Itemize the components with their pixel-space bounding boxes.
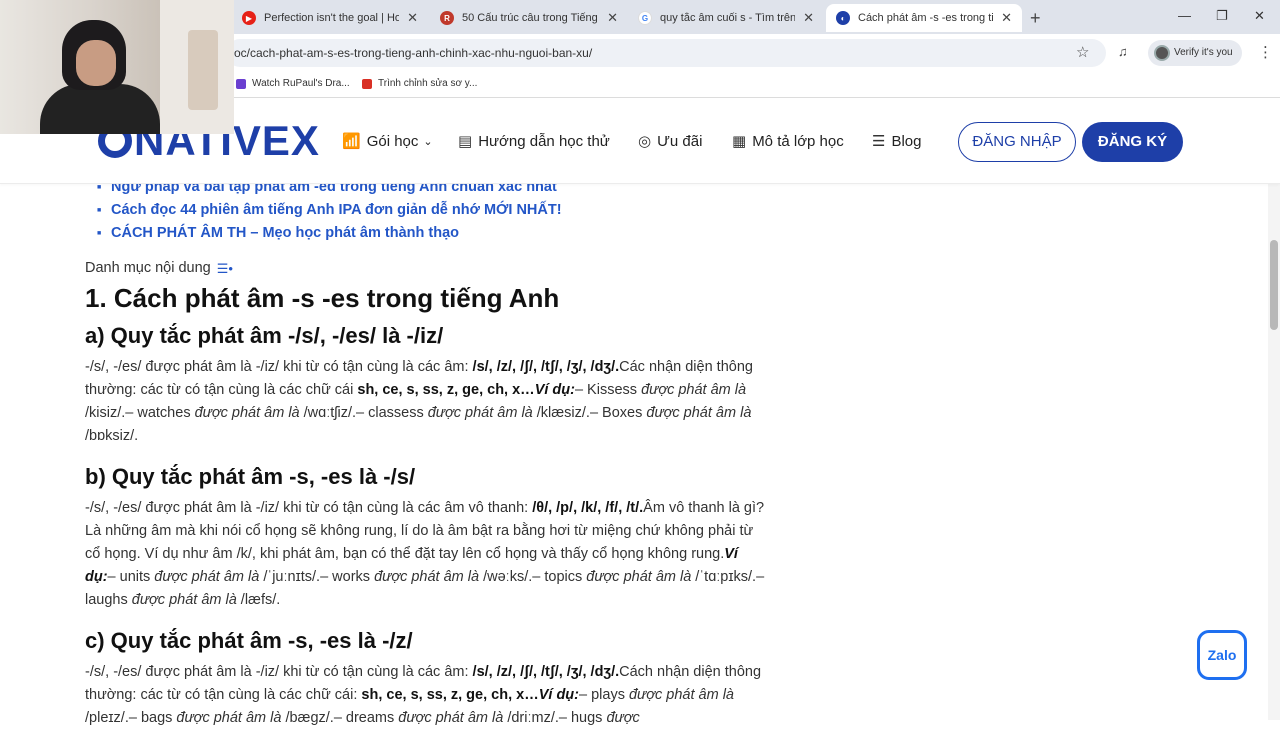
webcam-overlay <box>0 0 234 134</box>
close-window-icon[interactable]: ✕ <box>1254 8 1265 24</box>
scrollbar-thumb[interactable] <box>1270 240 1278 330</box>
article-body: Ngữ pháp và bài tập phát âm -ed trong ti… <box>85 176 765 730</box>
nav-label: Ưu đãi <box>657 132 703 150</box>
document-icon: ▤ <box>458 133 473 150</box>
tab-title: Cách phát âm -s -es trong tiếng <box>858 12 994 24</box>
maximize-icon[interactable]: ❐ <box>1216 8 1228 24</box>
google-icon: G <box>638 11 652 25</box>
tab-title: Perfection isn't the goal | Hoang <box>264 12 400 24</box>
rule-heading-c: c) Quy tắc phát âm -s, -es là -/z/ <box>85 628 413 653</box>
nav-label: Gói học <box>366 132 419 150</box>
nav-uu-dai[interactable]: ◎ Ưu đãi <box>638 130 702 152</box>
nav-mo-ta[interactable]: ▦ Mô tả lớp học <box>732 130 844 152</box>
tab-youtube[interactable]: ▶ Perfection isn't the goal | Hoang ✕ <box>232 4 428 32</box>
tab-title: quy tắc âm cuối s - Tìm trên Go <box>660 12 796 24</box>
new-tab-button[interactable]: + <box>1030 8 1041 29</box>
nav-label: Hướng dẫn học thử <box>478 132 610 150</box>
youtube-icon: ▶ <box>242 11 256 25</box>
close-icon[interactable]: ✕ <box>607 10 618 26</box>
webcam-person <box>40 20 160 134</box>
badge-icon: ◎ <box>638 133 652 150</box>
scrollbar-track[interactable] <box>1268 98 1280 720</box>
bookmark-star-icon[interactable]: ☆ <box>1076 43 1089 61</box>
url-input[interactable]: oc/cach-phat-am-s-es-trong-tieng-anh-chi… <box>226 39 1106 67</box>
nav-goi-hoc[interactable]: 📶 Gói học ⌄ <box>342 130 433 152</box>
rule-paragraph-b: -/s/, -/es/ được phát âm là -/iz/ khi từ… <box>85 500 765 608</box>
nav-blog[interactable]: ☰ Blog <box>872 130 921 152</box>
nav-label: Blog <box>891 132 922 150</box>
webcam-shelf <box>188 30 218 110</box>
bookmark-icon <box>236 78 246 89</box>
tab-google[interactable]: G quy tắc âm cuối s - Tìm trên Go ✕ <box>628 4 824 32</box>
bookmark-icon <box>362 78 372 89</box>
bookmark-item[interactable]: Watch RuPaul's Dra... <box>236 78 350 89</box>
close-icon[interactable]: ✕ <box>1001 10 1012 26</box>
toc-toggle-icon[interactable]: ☰• <box>217 257 233 280</box>
minimize-icon[interactable]: — <box>1178 8 1191 23</box>
tab-cau-truc[interactable]: R 50 Cấu trúc câu trong Tiếng Anh ✕ <box>430 4 628 32</box>
rule-heading-b: b) Quy tắc phát âm -s, -es là -/s/ <box>85 464 416 489</box>
avatar <box>1154 45 1170 61</box>
list-icon: ☰ <box>872 133 886 150</box>
tab-active[interactable]: ◐ Cách phát âm -s -es trong tiếng ✕ <box>826 4 1022 32</box>
rule-paragraph-a: -/s/, -/es/ được phát âm là -/iz/ khi từ… <box>85 359 753 444</box>
chart-icon: 📶 <box>342 133 361 150</box>
rule-heading-a: a) Quy tắc phát âm -/s/, -/es/ là -/iz/ <box>85 323 444 348</box>
profile-button[interactable]: Verify it's you <box>1148 40 1242 66</box>
nav-label: Mô tả lớp học <box>752 132 844 150</box>
toc-label: Danh mục nội dung <box>85 260 211 276</box>
site-icon: R <box>440 11 454 25</box>
media-icon[interactable]: ♫ <box>1118 44 1128 59</box>
close-icon[interactable]: ✕ <box>407 10 418 26</box>
table-of-contents[interactable]: Danh mục nội dung ☰• <box>85 257 765 280</box>
related-link[interactable]: Cách đọc 44 phiên âm tiếng Anh IPA đơn g… <box>85 199 765 222</box>
nav-huong-dan[interactable]: ▤ Hướng dẫn học thử <box>458 130 610 152</box>
profile-label: Verify it's you <box>1174 47 1233 58</box>
related-links: Ngữ pháp và bài tập phát âm -ed trong ti… <box>85 176 765 245</box>
chevron-down-icon: ⌄ <box>423 135 433 148</box>
zalo-chat-button[interactable]: Zalo <box>1197 630 1247 680</box>
bookmark-label: Watch RuPaul's Dra... <box>252 78 350 89</box>
menu-icon[interactable]: ⋮ <box>1258 43 1273 61</box>
grid-icon: ▦ <box>732 133 747 150</box>
site-icon: ◐ <box>836 11 850 25</box>
login-button[interactable]: ĐĂNG NHẬP <box>958 122 1076 162</box>
close-icon[interactable]: ✕ <box>803 10 814 26</box>
tab-title: 50 Cấu trúc câu trong Tiếng Anh <box>462 12 599 24</box>
section-title: 1. Cách phát âm -s -es trong tiếng Anh <box>85 283 560 313</box>
signup-button[interactable]: ĐĂNG KÝ <box>1082 122 1183 162</box>
bookmark-item[interactable]: Trình chỉnh sửa sơ y... <box>362 78 477 89</box>
related-link[interactable]: CÁCH PHÁT ÂM TH – Mẹo học phát âm thành … <box>85 222 765 245</box>
bookmark-label: Trình chỉnh sửa sơ y... <box>378 78 478 89</box>
